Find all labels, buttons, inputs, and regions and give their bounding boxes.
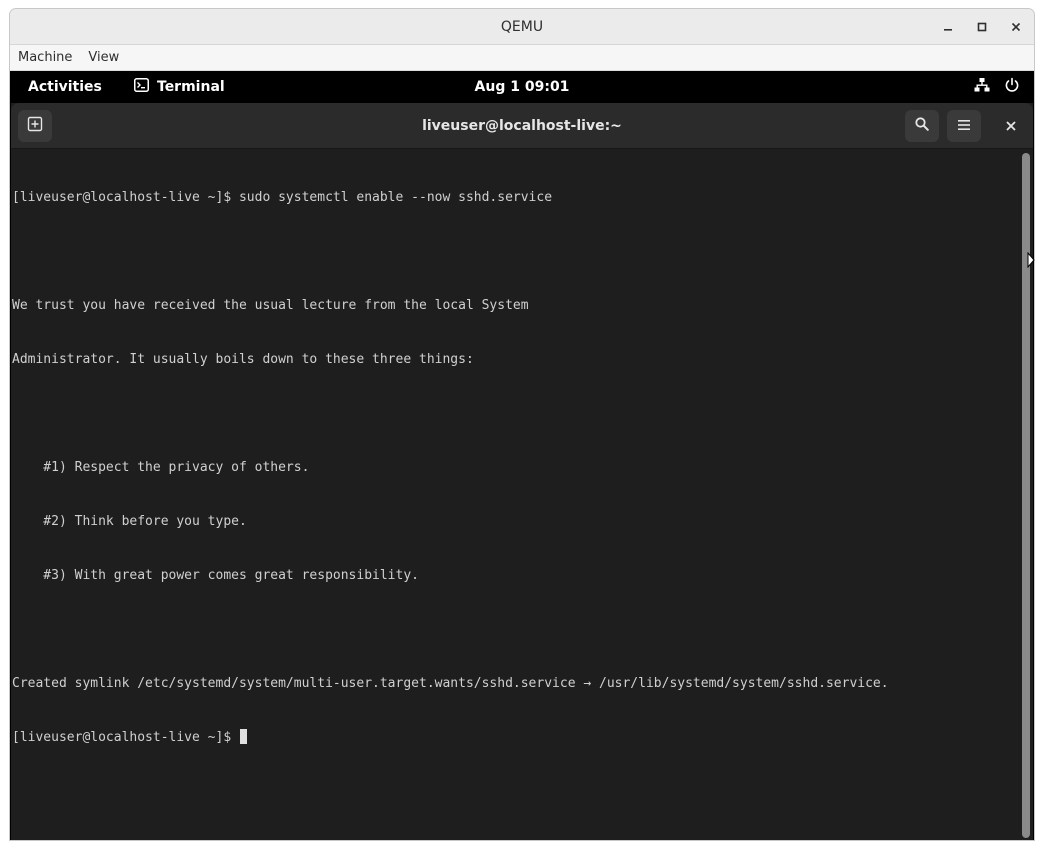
terminal-line: We trust you have received the usual lec… (12, 298, 529, 313)
qemu-window: QEMU Machine View Activities Terminal Au… (9, 8, 1035, 841)
terminal-app-icon (134, 78, 149, 96)
menu-view[interactable]: View (80, 45, 127, 71)
terminal-prompt-line: [liveuser@localhost-live ~]$ (12, 729, 1019, 747)
terminal-line: #3) With great power comes great respons… (12, 568, 419, 583)
terminal-line: Created symlink /etc/systemd/system/mult… (12, 676, 889, 691)
mouse-pointer-icon (1027, 251, 1035, 272)
guest-display[interactable]: Activities Terminal Aug 1 09:01 liveuser… (10, 71, 1034, 840)
terminal-window: liveuser@localhost-live:~ [liveuser@loca… (11, 103, 1033, 840)
close-terminal-button[interactable] (994, 110, 1028, 142)
app-menu-terminal[interactable]: Terminal (134, 71, 225, 103)
terminal-headerbar[interactable]: liveuser@localhost-live:~ (11, 103, 1033, 149)
search-icon (914, 116, 930, 136)
terminal-line: [liveuser@localhost-live ~]$ sudo system… (12, 190, 553, 205)
search-button[interactable] (905, 110, 939, 142)
power-icon (1004, 77, 1020, 97)
menu-machine[interactable]: Machine (10, 45, 80, 71)
terminal-prompt: [liveuser@localhost-live ~]$ (12, 730, 239, 745)
maximize-icon[interactable] (972, 17, 992, 37)
gnome-top-bar: Activities Terminal Aug 1 09:01 (10, 71, 1034, 103)
terminal-title: liveuser@localhost-live:~ (422, 118, 622, 134)
text-cursor (239, 729, 247, 744)
activities-button[interactable]: Activities (28, 71, 102, 103)
minimize-icon[interactable] (938, 17, 958, 37)
qemu-menubar: Machine View (10, 45, 1034, 71)
terminal-line: #2) Think before you type. (12, 514, 247, 529)
clock[interactable]: Aug 1 09:01 (475, 79, 570, 95)
terminal-line: #1) Respect the privacy of others. (12, 460, 310, 475)
terminal-output[interactable]: [liveuser@localhost-live ~]$ sudo system… (11, 149, 1019, 840)
close-icon[interactable] (1006, 17, 1026, 37)
network-wired-icon (974, 77, 990, 97)
qemu-titlebar[interactable]: QEMU (10, 9, 1034, 45)
hamburger-menu-icon (957, 117, 971, 136)
system-tray[interactable] (974, 71, 1020, 103)
app-menu-label: Terminal (157, 79, 225, 95)
qemu-window-title: QEMU (500, 19, 544, 35)
terminal-line: Administrator. It usually boils down to … (12, 352, 474, 367)
main-menu-button[interactable] (947, 110, 981, 142)
close-icon (1005, 117, 1017, 136)
